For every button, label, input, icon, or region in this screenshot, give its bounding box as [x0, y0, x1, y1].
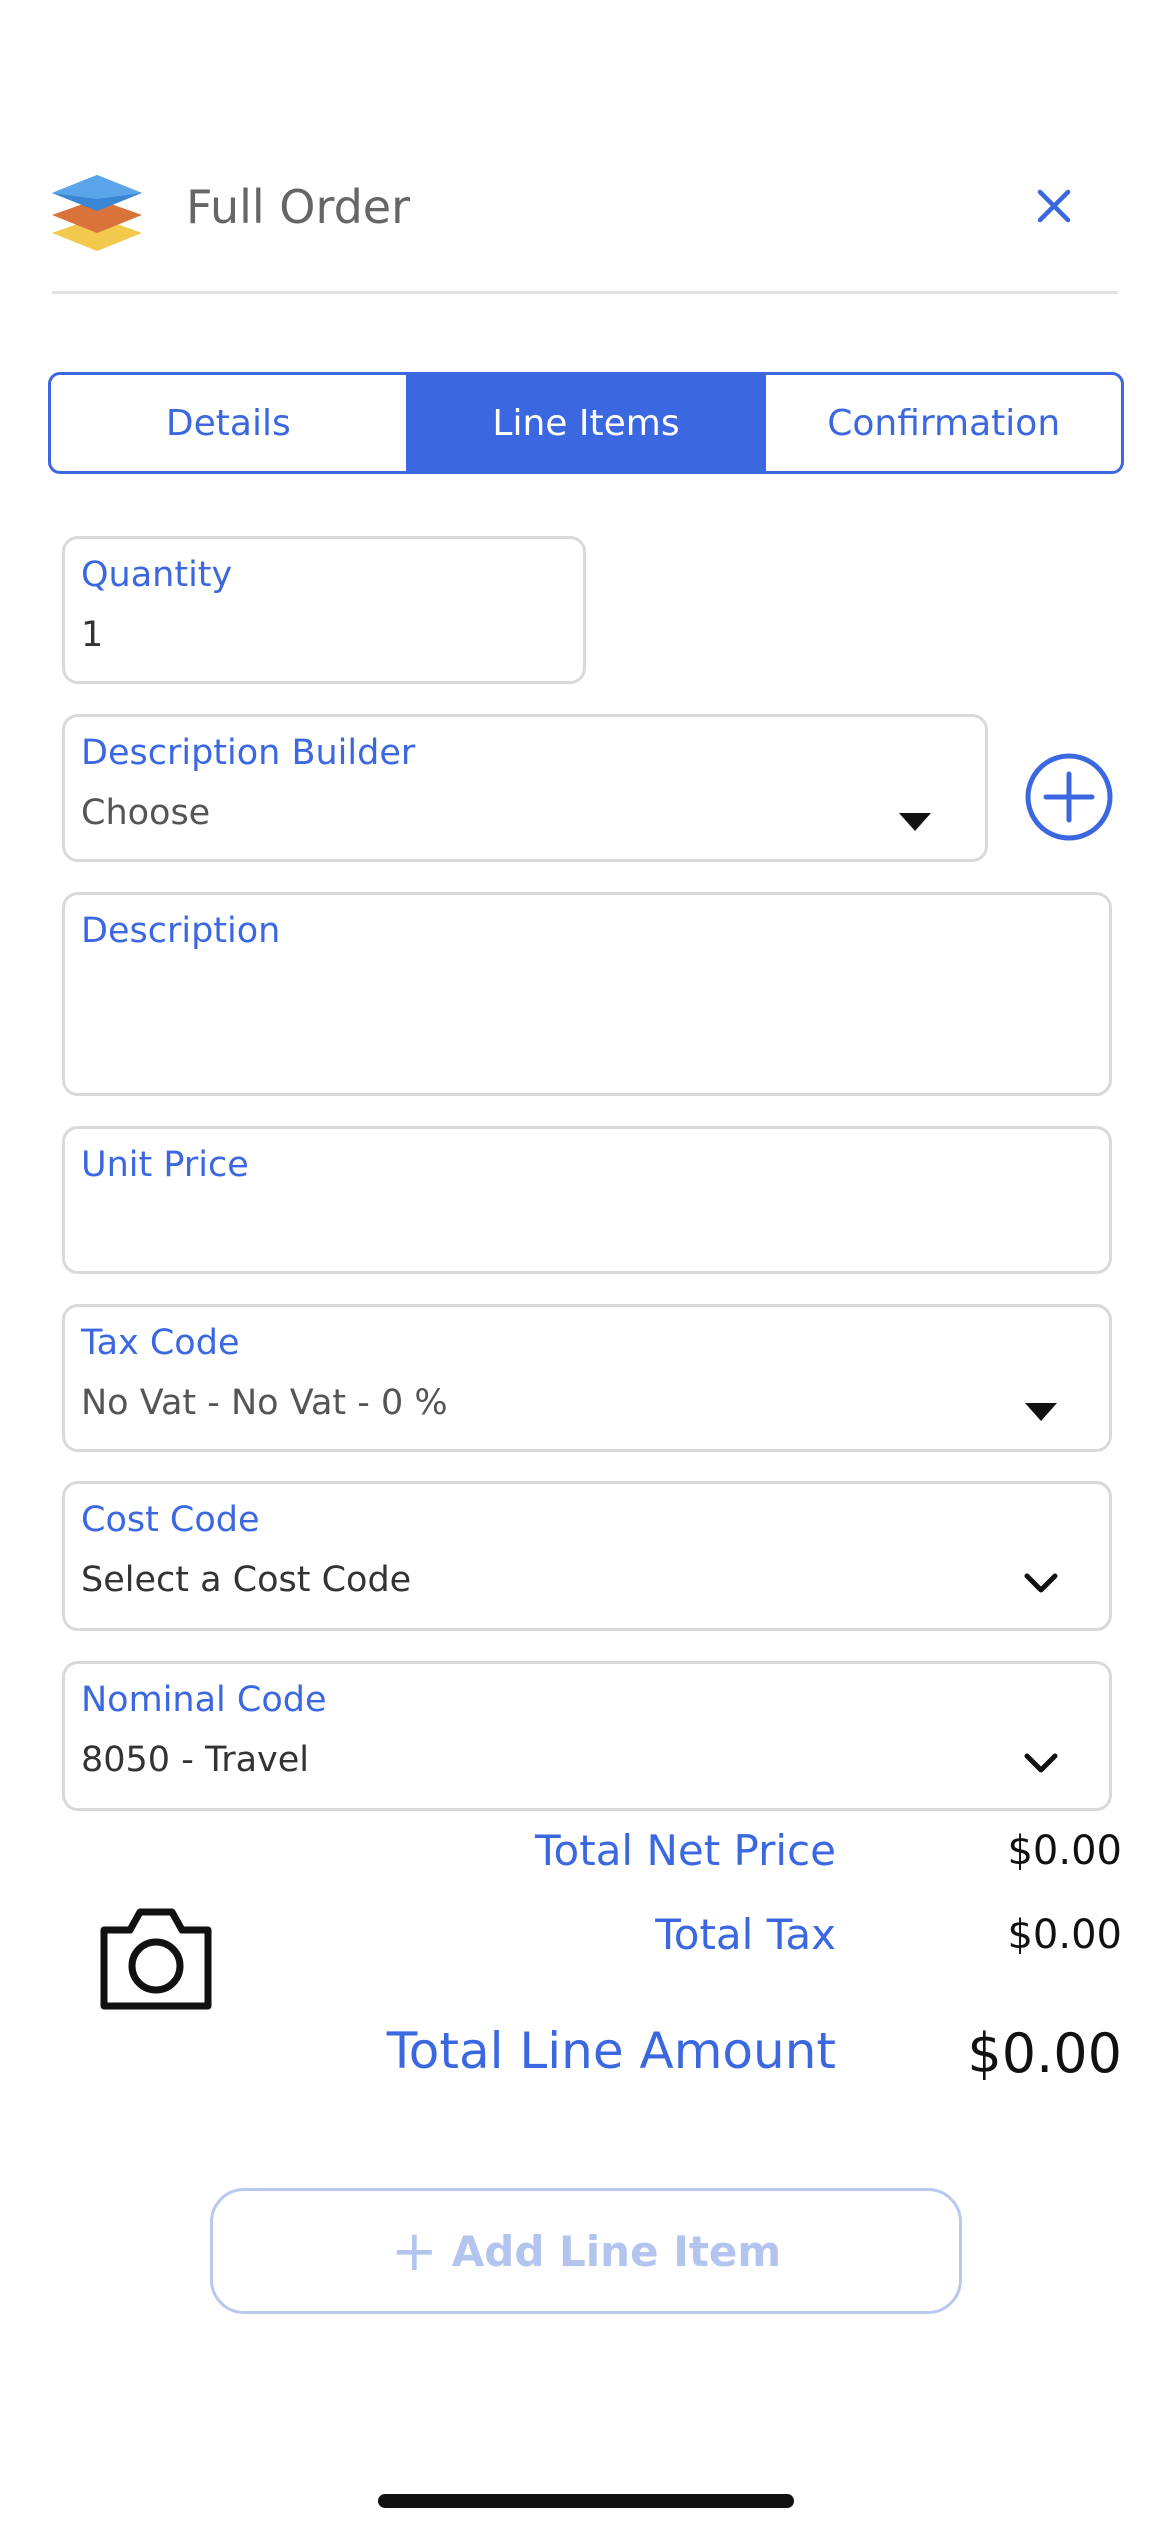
add-circle-icon[interactable]	[1024, 752, 1114, 842]
tax-code-label: Tax Code	[81, 1323, 240, 1363]
nominal-code-value: 8050 - Travel	[81, 1740, 309, 1780]
description-label: Description	[81, 911, 281, 951]
camera-icon[interactable]	[94, 1902, 218, 2012]
tax-code-select[interactable]: Tax Code No Vat - No Vat - 0 %	[62, 1304, 1112, 1452]
close-icon[interactable]	[1030, 182, 1078, 230]
description-field[interactable]: Description	[62, 892, 1112, 1096]
description-builder-value: Choose	[81, 793, 211, 833]
cost-code-select[interactable]: Cost Code Select a Cost Code	[62, 1481, 1112, 1631]
dropdown-caret-icon	[899, 813, 931, 831]
total-net-price-value: $0.00	[1007, 1828, 1122, 1874]
nominal-code-label: Nominal Code	[81, 1680, 327, 1720]
page-title: Full Order	[186, 180, 411, 234]
tab-confirmation[interactable]: Confirmation	[766, 375, 1121, 471]
unit-price-field[interactable]: Unit Price	[62, 1126, 1112, 1274]
app-logo-icon	[52, 165, 142, 255]
header-divider	[52, 291, 1118, 294]
add-line-item-label: Add Line Item	[451, 2226, 782, 2276]
nominal-code-select[interactable]: Nominal Code 8050 - Travel	[62, 1661, 1112, 1811]
plus-icon: +	[390, 2218, 438, 2284]
total-line-amount-value: $0.00	[967, 2022, 1122, 2085]
cost-code-label: Cost Code	[81, 1500, 260, 1540]
total-line-amount-label: Total Line Amount	[386, 2022, 836, 2080]
total-tax-value: $0.00	[1007, 1912, 1122, 1958]
tax-code-value: No Vat - No Vat - 0 %	[81, 1383, 448, 1423]
cost-code-value: Select a Cost Code	[81, 1560, 412, 1600]
tab-line-items[interactable]: Line Items	[408, 375, 767, 471]
quantity-value: 1	[81, 615, 104, 655]
home-indicator[interactable]	[378, 2494, 794, 2508]
quantity-label: Quantity	[81, 555, 233, 595]
unit-price-label: Unit Price	[81, 1145, 249, 1185]
add-line-item-button[interactable]: + Add Line Item	[210, 2188, 962, 2314]
total-net-price-label: Total Net Price	[535, 1826, 836, 1875]
tab-bar: Details Line Items Confirmation	[48, 372, 1124, 474]
chevron-down-icon	[1024, 1753, 1058, 1773]
chevron-down-icon	[1024, 1573, 1058, 1593]
quantity-field[interactable]: Quantity 1	[62, 536, 586, 684]
tab-details[interactable]: Details	[51, 375, 409, 471]
description-builder-label: Description Builder	[81, 733, 416, 773]
total-tax-label: Total Tax	[655, 1910, 836, 1959]
dropdown-caret-icon	[1025, 1403, 1057, 1421]
description-builder-select[interactable]: Description Builder Choose	[62, 714, 988, 862]
